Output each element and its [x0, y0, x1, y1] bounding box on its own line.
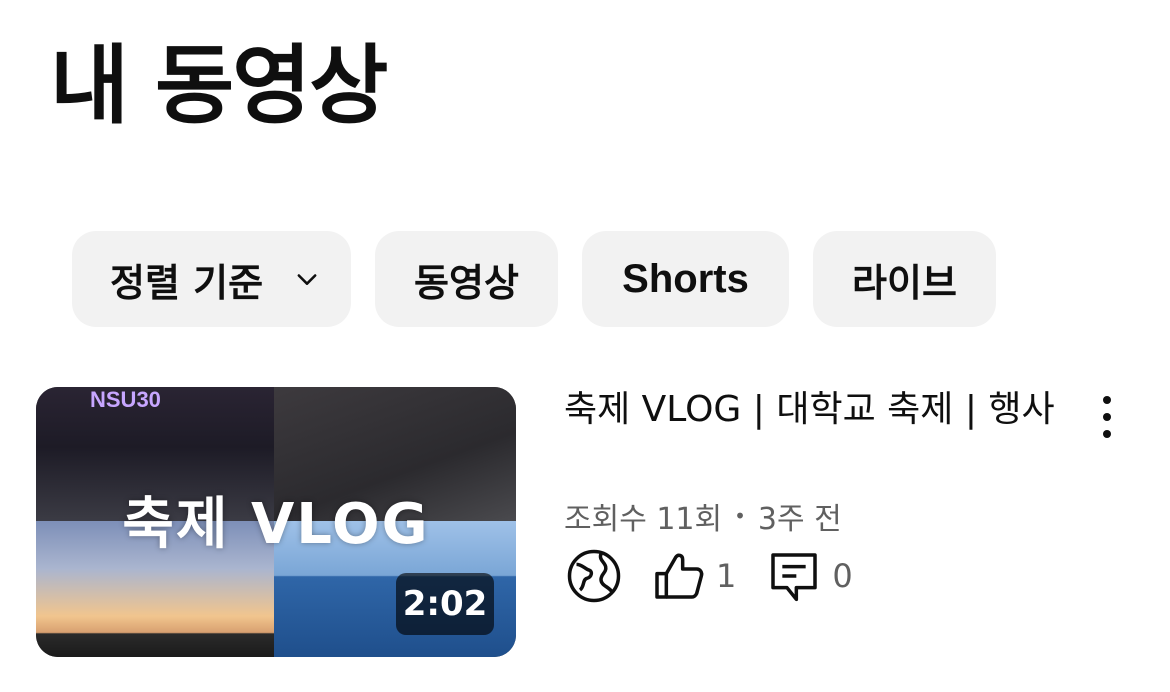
duration-badge: 2:02: [396, 573, 494, 635]
sort-label: 정렬 기준: [110, 260, 264, 305]
video-meta: 조회수 11회 • 3주 전: [564, 494, 842, 538]
thumbs-up-icon[interactable]: [650, 548, 706, 604]
sort-dropdown[interactable]: 정렬 기준: [72, 231, 351, 327]
chip-videos[interactable]: 동영상: [375, 231, 558, 327]
chip-live[interactable]: 라이브: [813, 231, 996, 327]
page-title: 내 동영상: [50, 36, 388, 136]
more-options-icon[interactable]: [1092, 392, 1122, 442]
like-count: 1: [716, 557, 737, 595]
globe-icon: [567, 549, 621, 603]
thumbnail-overlay-text: 축제 VLOG: [122, 492, 430, 557]
upload-age: 3주 전: [757, 502, 842, 537]
chip-shorts[interactable]: Shorts: [582, 231, 789, 327]
chevron-down-icon: [297, 274, 317, 285]
video-title[interactable]: 축제 VLOG | 대학교 축제 | 행사: [564, 386, 1064, 434]
video-stats: 1 0: [566, 548, 853, 604]
thumbnail-tag: NSU30: [90, 387, 161, 412]
video-thumbnail[interactable]: NSU30 축제 VLOG 2:02: [36, 387, 516, 657]
comment-icon[interactable]: [766, 548, 822, 604]
filter-chips: 정렬 기준 동영상 Shorts 라이브: [72, 231, 996, 327]
meta-separator: •: [734, 504, 746, 528]
view-count: 조회수 11회: [564, 502, 723, 537]
comment-count: 0: [832, 557, 853, 595]
